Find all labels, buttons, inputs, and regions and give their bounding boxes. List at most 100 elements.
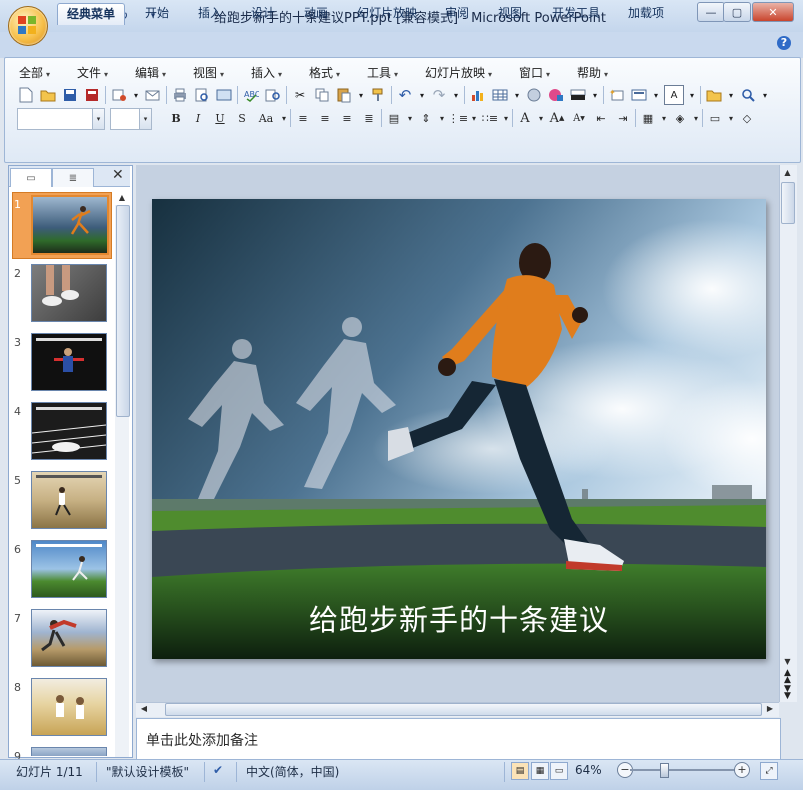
save-as-pdf-icon[interactable] — [83, 86, 101, 104]
font-size-dropdown-icon[interactable]: ▾ — [139, 109, 151, 129]
grayscale-dropdown-icon[interactable]: ▾ — [591, 86, 599, 104]
columns-icon[interactable]: ▤ — [384, 108, 404, 128]
grayscale-view-icon[interactable] — [569, 86, 587, 104]
slide-sorter-view-icon[interactable]: ▦ — [531, 762, 549, 780]
insert-table-dropdown-icon[interactable]: ▾ — [513, 86, 521, 104]
next-slide-icon[interactable]: ▼ ▼ — [781, 685, 794, 701]
tab-insert[interactable]: 插入 — [189, 3, 231, 24]
align-left-icon[interactable]: ≡ — [293, 108, 313, 128]
search-icon[interactable] — [739, 86, 757, 104]
slide-thumbnail-5[interactable] — [31, 471, 107, 529]
paste-dropdown-icon[interactable]: ▾ — [357, 86, 365, 104]
font-name-dropdown-icon[interactable]: ▾ — [92, 109, 104, 129]
color-grayscale-icon[interactable] — [547, 86, 565, 104]
scroll-right-icon[interactable]: ▶ — [764, 703, 776, 715]
new-slide-icon[interactable]: ✦ — [608, 86, 626, 104]
numbering-dropdown-icon[interactable]: ▾ — [470, 108, 478, 128]
design-template-name[interactable]: "默认设计模板" — [106, 763, 189, 780]
change-case-dropdown-icon[interactable]: ▾ — [280, 108, 288, 128]
slide-layout-icon[interactable] — [630, 86, 648, 104]
tab-review[interactable]: 审阅 — [436, 3, 478, 24]
tab-slides[interactable]: ▭ — [10, 168, 52, 187]
normal-view-icon[interactable]: ▤ — [511, 762, 529, 780]
redo-icon[interactable]: ↷ — [430, 86, 448, 104]
underline-icon[interactable]: U — [210, 108, 230, 128]
slide-thumbnail-4[interactable] — [31, 402, 107, 460]
folder-dropdown-icon[interactable]: ▾ — [727, 86, 735, 104]
office-button[interactable] — [8, 6, 48, 46]
previous-slide-icon[interactable]: ▲ ▲ — [781, 669, 794, 685]
increase-indent-icon[interactable]: ⇥ — [613, 108, 633, 128]
numbering-icon[interactable]: ⋮≡ — [448, 108, 468, 128]
tab-animations[interactable]: 动画 — [295, 3, 337, 24]
slide-design-dropdown-icon[interactable]: ▾ — [660, 108, 668, 128]
bullets-icon[interactable]: ∷≡ — [480, 108, 500, 128]
tab-addins[interactable]: 加载项 — [619, 3, 673, 24]
slide-thumbnail-8[interactable] — [31, 678, 107, 736]
tab-slideshow[interactable]: 幻灯片放映 — [348, 3, 426, 24]
arrange-dropdown-icon[interactable]: ▾ — [727, 108, 735, 128]
undo-icon[interactable]: ↶ — [396, 86, 414, 104]
text-box-dropdown-icon[interactable]: ▾ — [688, 86, 696, 104]
insert-chart-icon[interactable] — [469, 86, 487, 104]
tab-home[interactable]: 开始 — [136, 3, 178, 24]
bullets-dropdown-icon[interactable]: ▾ — [502, 108, 510, 128]
fill-icon[interactable]: ◇ — [737, 108, 757, 128]
zoom-slider-track[interactable] — [630, 769, 738, 771]
tab-design[interactable]: 设计 — [242, 3, 284, 24]
arrange-icon[interactable]: ▭ — [705, 108, 725, 128]
close-button[interactable]: ✕ — [752, 2, 794, 22]
text-direction-dropdown-icon[interactable]: ▾ — [438, 108, 446, 128]
shadow-icon[interactable]: S — [232, 108, 252, 128]
slide-thumbnail-3[interactable] — [31, 333, 107, 391]
spelling-icon[interactable]: ABC — [242, 86, 260, 104]
redo-dropdown-icon[interactable]: ▾ — [452, 86, 460, 104]
slide-design-icon[interactable]: ▦ — [638, 108, 658, 128]
shrink-font-icon[interactable]: A ▼ — [569, 108, 589, 128]
minimize-button[interactable]: — — [697, 2, 725, 22]
menu-file[interactable]: 文件 ▾ — [77, 64, 108, 80]
menu-edit[interactable]: 编辑 ▾ — [135, 64, 166, 80]
shapes-icon[interactable]: ◈ — [670, 108, 690, 128]
open-folder-icon[interactable] — [39, 86, 57, 104]
spell-check-icon[interactable]: ✔ — [213, 763, 223, 777]
menu-insert[interactable]: 插入 ▾ — [251, 64, 282, 80]
bold-icon[interactable]: B — [166, 108, 186, 128]
slide-thumbnail-2[interactable] — [31, 264, 107, 322]
undo-dropdown-icon[interactable]: ▾ — [418, 86, 426, 104]
email-icon[interactable] — [144, 86, 162, 104]
font-color-icon[interactable]: A — [515, 108, 535, 128]
slide-thumbnail-9[interactable] — [31, 747, 107, 756]
align-center-icon[interactable]: ≡ — [315, 108, 335, 128]
slide-horizontal-scroll-thumb[interactable] — [165, 703, 762, 716]
slide-thumbnail-1[interactable] — [31, 195, 109, 255]
tab-outline[interactable]: ≣ — [52, 168, 94, 187]
insert-table-icon[interactable] — [491, 86, 509, 104]
menu-slideshow[interactable]: 幻灯片放映 ▾ — [425, 64, 492, 80]
folder-icon[interactable] — [705, 86, 723, 104]
slide-show-view-icon[interactable]: ▭ — [550, 762, 568, 780]
print-icon[interactable] — [171, 86, 189, 104]
align-right-icon[interactable]: ≡ — [337, 108, 357, 128]
shapes-dropdown-icon[interactable]: ▾ — [692, 108, 700, 128]
justify-icon[interactable]: ≣ — [359, 108, 379, 128]
change-case-icon[interactable]: Aa — [254, 108, 278, 128]
scroll-up-icon[interactable]: ▲ — [781, 166, 794, 179]
columns-dropdown-icon[interactable]: ▾ — [406, 108, 414, 128]
maximize-button[interactable]: ▢ — [723, 2, 751, 22]
slide-vertical-scroll-thumb[interactable] — [781, 182, 795, 224]
slide-show-icon[interactable] — [215, 86, 233, 104]
print-preview-icon[interactable] — [193, 86, 211, 104]
slide-vertical-scrollbar[interactable] — [779, 165, 797, 702]
menu-format[interactable]: 格式 ▾ — [309, 64, 340, 80]
font-size-combo[interactable]: ▾ — [110, 108, 152, 130]
zoom-in-icon[interactable]: + — [734, 762, 750, 778]
clip-art-icon[interactable] — [525, 86, 543, 104]
slide-thumbnail-6[interactable] — [31, 540, 107, 598]
text-box-icon[interactable]: A — [664, 85, 684, 105]
zoom-slider-knob[interactable] — [660, 763, 669, 778]
tab-view[interactable]: 视图 — [489, 3, 531, 24]
copy-icon[interactable] — [313, 86, 331, 104]
font-color-dropdown-icon[interactable]: ▾ — [537, 108, 545, 128]
scroll-up-icon[interactable]: ▲ — [116, 192, 128, 204]
